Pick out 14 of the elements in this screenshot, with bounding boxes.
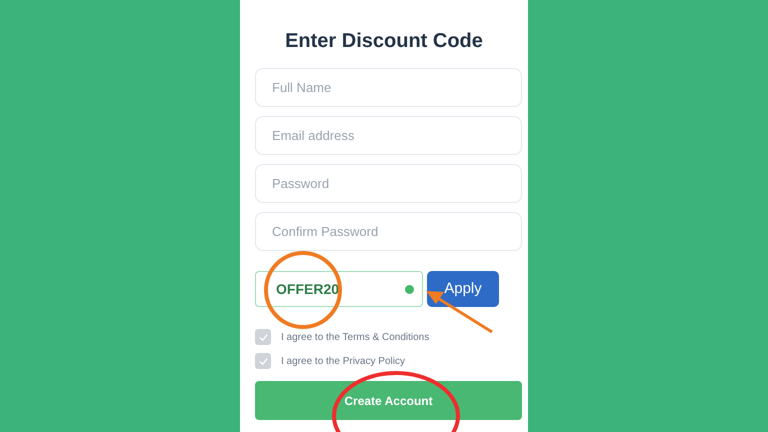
- apply-button[interactable]: Apply: [427, 271, 499, 307]
- check-icon: [258, 356, 268, 366]
- checkbox[interactable]: [255, 329, 271, 345]
- discount-code-value: OFFER20: [276, 280, 340, 298]
- checkbox[interactable]: [255, 353, 271, 369]
- text-field[interactable]: Password: [255, 164, 522, 203]
- discount-code-field[interactable]: OFFER20: [255, 271, 423, 307]
- agreement-label: I agree to the Terms & Conditions: [281, 330, 430, 344]
- text-field[interactable]: Full Name: [255, 68, 522, 107]
- form-title: Enter Discount Code: [284, 29, 484, 54]
- text-field[interactable]: Confirm Password: [255, 212, 522, 251]
- check-icon: [258, 332, 268, 342]
- text-field[interactable]: Email address: [255, 116, 522, 155]
- agreement-label: I agree to the Privacy Policy: [281, 354, 405, 368]
